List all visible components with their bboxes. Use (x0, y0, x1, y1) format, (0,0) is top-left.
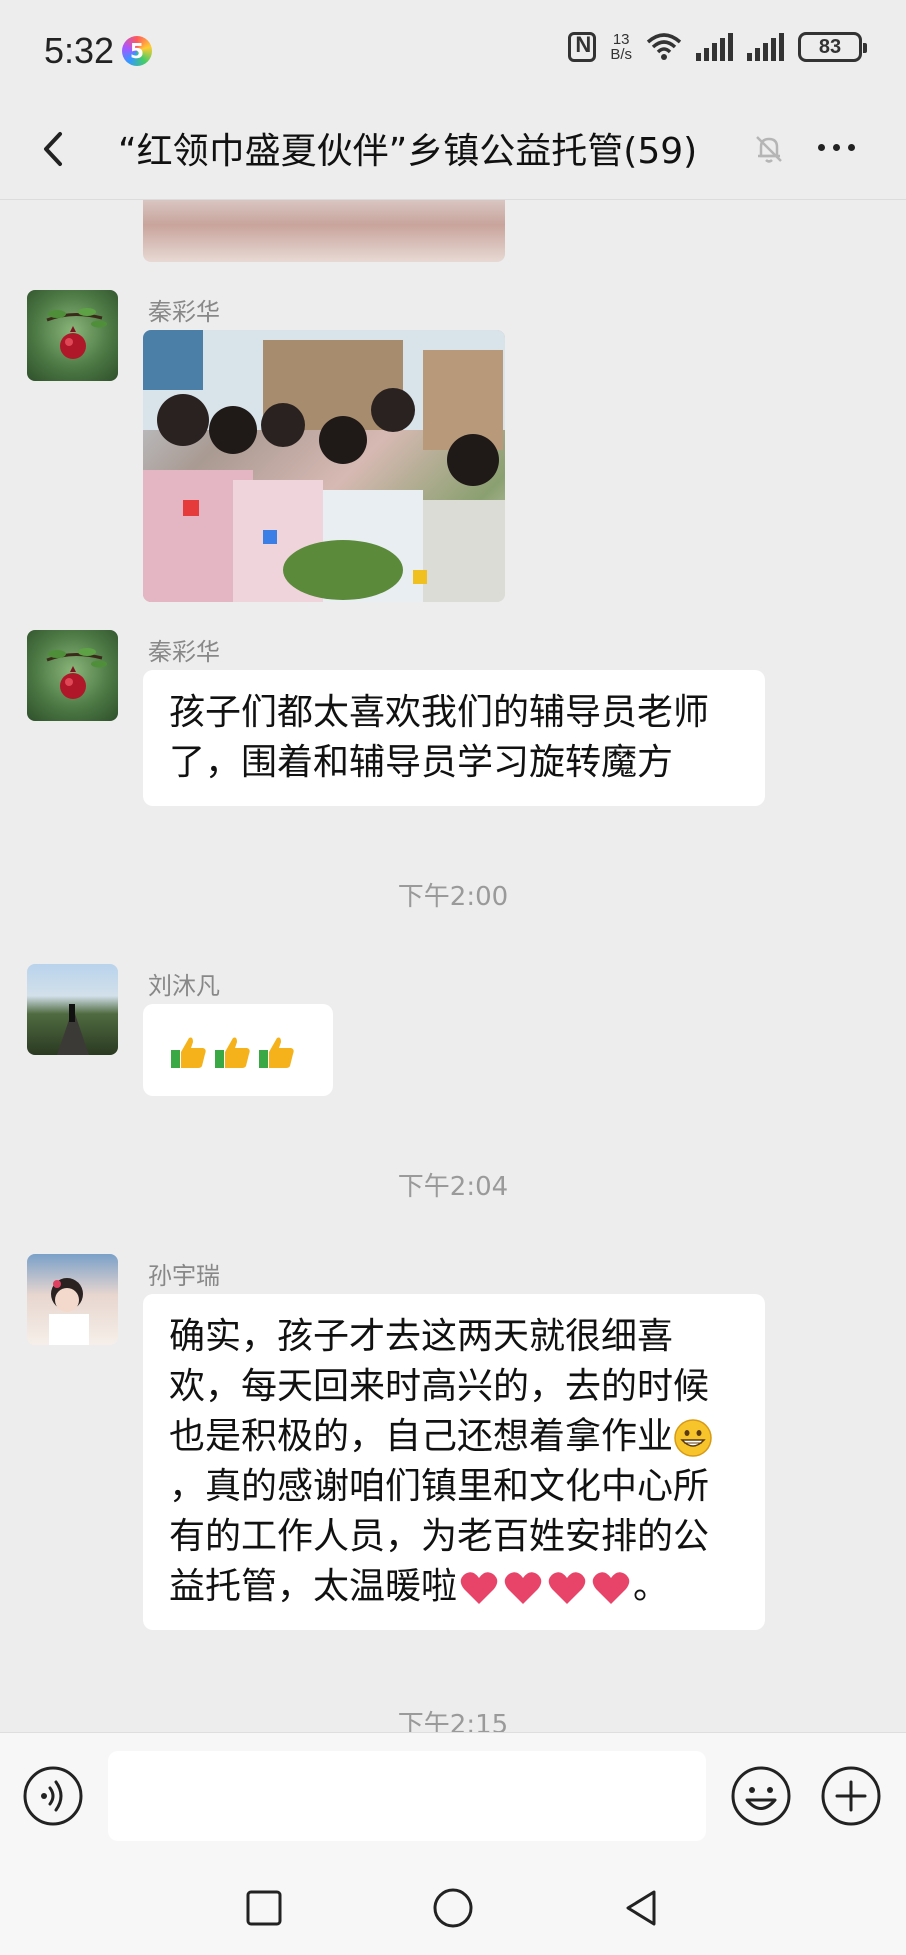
sender-name: 秦彩华 (148, 298, 220, 326)
avatar[interactable] (27, 1254, 118, 1345)
heart-icon (592, 1572, 630, 1604)
chat-title: “红领巾盛夏伙伴”乡镇公益托管(59) (118, 131, 698, 172)
input-bar (0, 1732, 906, 1860)
chat-messages[interactable]: 秦彩华 秦彩华 孩子们都太喜欢我们的辅导员老师了，围着和辅导员学习旋转魔方 下午… (0, 200, 906, 1732)
thumbs-up-icon (215, 1037, 250, 1068)
grinning-face-icon (674, 1419, 712, 1457)
children-photo-image (143, 330, 505, 602)
network-speed-value: 13 (612, 31, 630, 48)
heart-icon (548, 1572, 586, 1604)
sender-name: 刘沐凡 (148, 972, 220, 1000)
heart-icon (504, 1572, 542, 1604)
timestamp: 下午2:15 (397, 1710, 509, 1732)
home-button[interactable] (431, 1886, 475, 1930)
message-input[interactable] (108, 1751, 706, 1841)
wifi-icon (646, 33, 682, 60)
message-text: 确实，孩子才去这两天就很细喜欢，每天回来时高兴的，去的时候也是积极的，自己还想着… (169, 1316, 710, 1457)
nav-back-button[interactable] (620, 1886, 664, 1930)
sender-name: 孙宇瑞 (148, 1262, 220, 1290)
back-button[interactable] (30, 124, 80, 174)
battery-icon: 83 (798, 32, 867, 62)
status-time: 5:32 (44, 30, 115, 71)
heart-icon (460, 1572, 498, 1604)
status-icons: 13 B/s 83 (568, 32, 867, 62)
network-speed: 13 B/s (610, 32, 632, 62)
mute-bell-icon (756, 136, 782, 163)
avatar[interactable] (27, 290, 118, 381)
nfc-icon (568, 32, 597, 62)
network-speed-unit: B/s (610, 46, 632, 63)
road-photo-icon (57, 1004, 89, 1055)
pomegranate-icon (46, 308, 107, 359)
avatar[interactable] (27, 630, 118, 721)
signal-icon-1 (696, 33, 733, 61)
shared-photo[interactable] (143, 330, 505, 602)
timestamp: 下午2:00 (397, 882, 509, 912)
shared-photo-partial[interactable] (143, 200, 505, 262)
pomegranate-icon (46, 648, 107, 699)
message-bubble-emoji[interactable] (143, 1004, 333, 1096)
system-nav-bar (0, 1860, 906, 1955)
timestamp: 下午2:04 (397, 1172, 509, 1202)
emoji-button[interactable] (730, 1765, 792, 1827)
message-text: 。 (633, 1566, 670, 1607)
message-bubble[interactable]: 确实，孩子才去这两天就很细喜欢，每天回来时高兴的，去的时候也是积极的，自己还想着… (143, 1294, 765, 1630)
voice-input-button[interactable] (22, 1765, 84, 1827)
add-button[interactable] (820, 1765, 882, 1827)
message-bubble[interactable]: 孩子们都太喜欢我们的辅导员老师了，围着和辅导员学习旋转魔方 (143, 670, 765, 806)
recent-apps-button[interactable] (242, 1886, 286, 1930)
thumbs-up-icon (171, 1037, 206, 1068)
sender-name: 秦彩华 (148, 638, 220, 666)
thumbs-up-icon (259, 1037, 294, 1068)
app-notification-icon: 5 (122, 36, 152, 66)
girl-photo-icon (49, 1278, 89, 1345)
chat-header: “红领巾盛夏伙伴”乡镇公益托管(59) (0, 100, 906, 200)
status-bar: 5:32 5 13 B/s 83 (0, 0, 906, 100)
avatar[interactable] (27, 964, 118, 1055)
signal-icon-2 (747, 33, 784, 61)
more-button[interactable] (818, 144, 855, 151)
